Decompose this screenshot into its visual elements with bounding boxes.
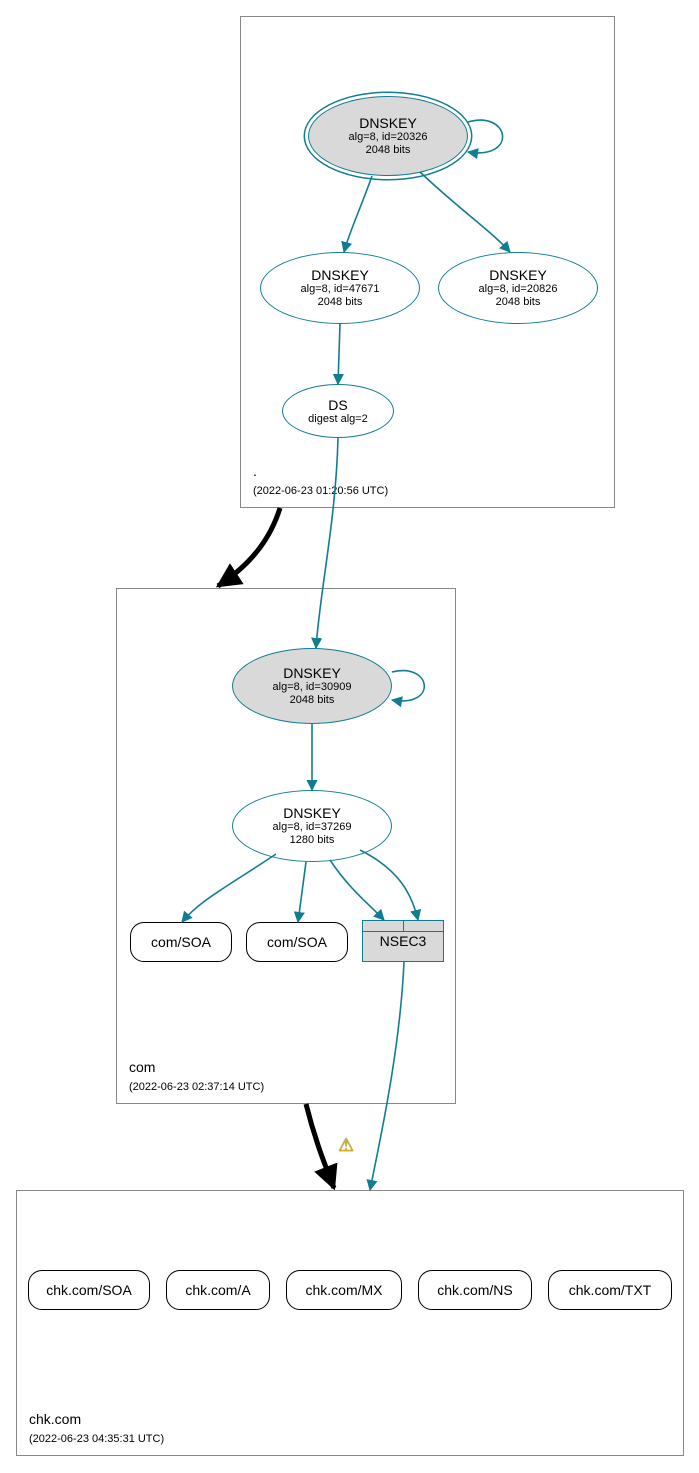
node-chk-ns[interactable]: chk.com/NS <box>418 1270 532 1310</box>
node-com-zsk[interactable]: DNSKEY alg=8, id=37269 1280 bits <box>232 790 392 862</box>
node-chk-a[interactable]: chk.com/A <box>166 1270 270 1310</box>
node-sub: alg=8, id=37269 <box>273 821 352 834</box>
node-title: DNSKEY <box>489 267 547 283</box>
node-title: DNSKEY <box>283 665 341 681</box>
edge-root-zone-com-zone <box>218 508 280 586</box>
node-sub: 1280 bits <box>290 834 335 847</box>
node-root-zsk1[interactable]: DNSKEY alg=8, id=47671 2048 bits <box>260 252 420 324</box>
node-com-ksk[interactable]: DNSKEY alg=8, id=30909 2048 bits <box>232 648 392 724</box>
zone-chkcom-name: chk.com <box>29 1411 81 1427</box>
node-com-soa2[interactable]: com/SOA <box>246 922 348 962</box>
node-root-ksk[interactable]: DNSKEY alg=8, id=20326 2048 bits <box>308 96 468 176</box>
node-chk-txt[interactable]: chk.com/TXT <box>548 1270 672 1310</box>
node-sub: 2048 bits <box>366 144 411 157</box>
node-chk-soa[interactable]: chk.com/SOA <box>28 1270 150 1310</box>
zone-chkcom: chk.com (2022-06-23 04:35:31 UTC) <box>16 1190 684 1456</box>
zone-chkcom-timestamp: (2022-06-23 04:35:31 UTC) <box>29 1433 164 1445</box>
node-sub: 2048 bits <box>496 296 541 309</box>
node-sub: 2048 bits <box>290 694 335 707</box>
node-sub: alg=8, id=30909 <box>273 681 352 694</box>
node-label: chk.com/SOA <box>46 1282 132 1298</box>
node-root-zsk2[interactable]: DNSKEY alg=8, id=20826 2048 bits <box>438 252 598 324</box>
node-label: chk.com/A <box>185 1282 250 1298</box>
node-sub: 2048 bits <box>318 296 363 309</box>
zone-root-timestamp: (2022-06-23 01:20:56 UTC) <box>253 485 388 497</box>
node-root-ds[interactable]: DS digest alg=2 <box>282 384 394 438</box>
node-com-soa1[interactable]: com/SOA <box>130 922 232 962</box>
node-sub: alg=8, id=20826 <box>479 283 558 296</box>
node-label: chk.com/NS <box>437 1282 512 1298</box>
node-com-nsec3[interactable]: NSEC3 <box>362 920 444 962</box>
node-title: DNSKEY <box>359 115 417 131</box>
node-label: NSEC3 <box>363 933 443 949</box>
warning-icon: ⚠ <box>338 1135 354 1156</box>
node-chk-mx[interactable]: chk.com/MX <box>286 1270 402 1310</box>
node-sub: digest alg=2 <box>308 413 368 426</box>
zone-com-timestamp: (2022-06-23 02:37:14 UTC) <box>129 1081 264 1093</box>
zone-root-name: . <box>253 463 257 479</box>
node-title: DNSKEY <box>283 805 341 821</box>
node-sub: alg=8, id=47671 <box>301 283 380 296</box>
node-title: DS <box>328 397 347 413</box>
edge-com-zone-chkcom-zone <box>306 1104 334 1188</box>
node-label: com/SOA <box>151 934 211 950</box>
node-label: com/SOA <box>267 934 327 950</box>
node-sub: alg=8, id=20326 <box>349 131 428 144</box>
node-title: DNSKEY <box>311 267 369 283</box>
node-label: chk.com/MX <box>305 1282 382 1298</box>
node-label: chk.com/TXT <box>569 1282 651 1298</box>
zone-com-name: com <box>129 1059 155 1075</box>
nsec3-header <box>363 921 443 932</box>
